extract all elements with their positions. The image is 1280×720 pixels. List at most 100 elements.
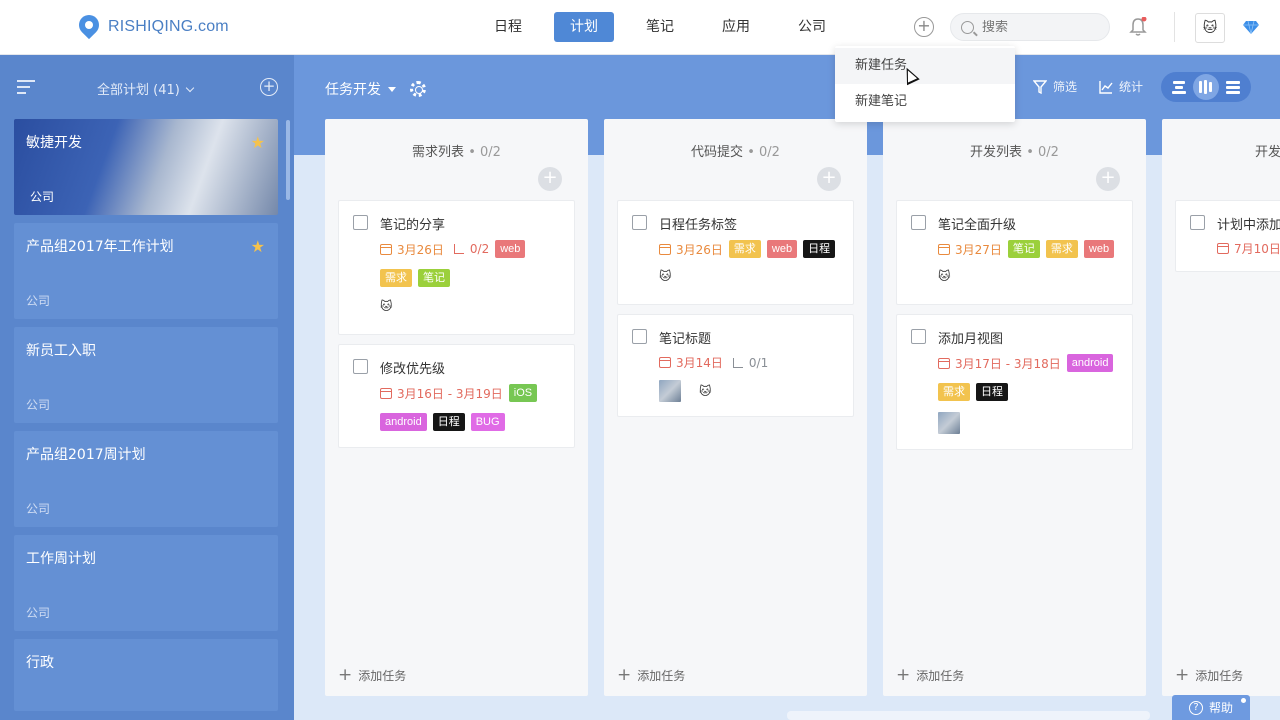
task-checkbox[interactable] — [911, 215, 926, 230]
task-checkbox[interactable] — [632, 329, 647, 344]
stats-label: 统计 — [1119, 80, 1144, 94]
due-date: 3月27日 — [938, 241, 1002, 258]
horizontal-scrollbar[interactable] — [787, 711, 1150, 720]
list-view-icon[interactable] — [1220, 74, 1246, 100]
column-count: • 0/2 — [1026, 145, 1059, 160]
diamond-icon[interactable] — [1243, 20, 1259, 34]
add-task-button[interactable]: + 添加任务 — [896, 667, 964, 684]
plan-org: 公司 — [26, 398, 51, 412]
tag: iOS — [508, 384, 538, 402]
nav-item-company[interactable]: 公司 — [782, 12, 842, 42]
attachment-thumbnail[interactable] — [938, 412, 960, 434]
due-date-text: 3月17日 - 3月18日 — [955, 356, 1061, 371]
task-card[interactable]: 计划中添加 7月10日 — [1175, 200, 1280, 272]
due-date: 7月10日 — [1217, 240, 1280, 257]
gear-icon[interactable] — [410, 81, 426, 97]
stats-button[interactable]: 统计 — [1099, 78, 1143, 95]
plan-card-agile[interactable]: 敏捷开发 ★ 公司 — [14, 119, 278, 215]
sidebar-scrollbar[interactable] — [286, 120, 290, 200]
calendar-icon — [380, 243, 392, 255]
due-date-text: 3月26日 — [397, 242, 444, 257]
task-card[interactable]: 笔记的分享 3月26日 0/2 web 需求 笔记 🐱 — [338, 200, 575, 335]
column-title: 需求列表 • 0/2 — [325, 141, 588, 160]
nav-item-notes[interactable]: 笔记 — [630, 12, 690, 42]
filter-icon — [1033, 79, 1047, 94]
plan-card-onboarding[interactable]: 新员工入职 公司 — [14, 327, 278, 423]
task-checkbox[interactable] — [353, 359, 368, 374]
plan-filter-dropdown[interactable]: 全部计划 (41) — [97, 79, 195, 98]
plus-icon: + — [338, 665, 353, 685]
help-label: 帮助 — [1208, 701, 1233, 715]
column-title: 开发 — [1255, 141, 1280, 160]
task-card[interactable]: 笔记全面升级 3月27日 笔记 需求 web 🐱 — [896, 200, 1133, 305]
due-date-text: 3月14日 — [676, 356, 723, 370]
task-card[interactable]: 添加月视图 3月17日 - 3月18日 android 需求 日程 — [896, 314, 1133, 450]
filter-button[interactable]: 筛选 — [1033, 78, 1077, 95]
column-code-commit: 代码提交 • 0/2 + 日程任务标签 3月26日 需求 web 日程 🐱 笔记… — [604, 119, 867, 696]
task-title: 笔记标题 — [659, 332, 712, 347]
search-box[interactable] — [950, 13, 1110, 41]
add-task-button[interactable]: + 添加任务 — [338, 667, 406, 684]
tag: android — [1066, 354, 1114, 372]
new-item-dropdown: 新建任务 新建笔记 — [835, 46, 1015, 122]
tag: 日程 — [803, 240, 836, 258]
plan-card-work-weekly[interactable]: 工作周计划 公司 — [14, 535, 278, 631]
add-icon[interactable]: + — [914, 17, 934, 37]
star-icon[interactable]: ★ — [251, 237, 265, 256]
new-note-menu-item[interactable]: 新建笔记 — [835, 84, 1015, 120]
help-button[interactable]: ? 帮助 — [1172, 695, 1250, 720]
cat-avatar-icon: 🐱 — [1202, 20, 1218, 36]
plan-card-weekly-2017[interactable]: 产品组2017周计划 公司 — [14, 431, 278, 527]
calendar-icon — [659, 357, 671, 368]
attachment-thumbnail[interactable] — [659, 380, 681, 402]
tag: 需求 — [1045, 240, 1078, 258]
tag: android — [380, 413, 427, 431]
plan-card-admin[interactable]: 行政 — [14, 639, 278, 711]
add-task-button[interactable]: + 添加任务 — [1175, 667, 1243, 684]
view-switcher — [1161, 72, 1251, 102]
star-icon[interactable]: ★ — [251, 133, 265, 152]
task-title: 笔记全面升级 — [938, 218, 1017, 233]
task-title: 计划中添加 — [1217, 218, 1280, 233]
add-card-icon[interactable]: + — [817, 167, 841, 191]
menu-icon[interactable] — [17, 80, 35, 98]
board-view-icon[interactable] — [1192, 74, 1219, 100]
plan-name: 敏捷开发 — [26, 135, 82, 151]
due-date: 3月14日 — [659, 354, 723, 371]
task-card[interactable]: 笔记标题 3月14日 0/1 🐱 — [617, 314, 854, 417]
add-plan-icon[interactable]: + — [260, 78, 278, 96]
subtask-count: 0/2 — [453, 242, 489, 256]
add-card-icon[interactable]: + — [1096, 167, 1120, 191]
board-title[interactable]: 任务开发 — [325, 79, 426, 99]
task-title: 修改优先级 — [380, 362, 446, 377]
task-card[interactable]: 日程任务标签 3月26日 需求 web 日程 🐱 — [617, 200, 854, 305]
task-checkbox[interactable] — [911, 329, 926, 344]
search-input[interactable] — [982, 19, 1092, 35]
avatar[interactable]: 🐱 — [1195, 13, 1225, 43]
notification-dot — [1241, 698, 1246, 703]
gantt-view-icon[interactable] — [1166, 74, 1192, 100]
logo[interactable]: RISHIQING.com — [74, 10, 229, 41]
location-pin-icon — [74, 10, 104, 41]
new-task-menu-item[interactable]: 新建任务 — [835, 48, 1015, 84]
add-card-icon[interactable]: + — [538, 167, 562, 191]
column-title: 开发列表 • 0/2 — [883, 141, 1146, 160]
task-checkbox[interactable] — [1190, 215, 1205, 230]
plan-card-2017-work[interactable]: 产品组2017年工作计划 ★ 公司 — [14, 223, 278, 319]
task-checkbox[interactable] — [632, 215, 647, 230]
plan-org: 公司 — [26, 294, 51, 308]
bell-icon[interactable] — [1129, 17, 1147, 37]
plan-org: 公司 — [30, 190, 55, 204]
nav-item-plan[interactable]: 计划 — [554, 12, 614, 42]
nav-item-apps[interactable]: 应用 — [706, 12, 766, 42]
add-task-label: 添加任务 — [916, 669, 965, 683]
plan-name: 产品组2017周计划 — [26, 447, 146, 463]
column-count: • 0/2 — [747, 145, 780, 160]
task-checkbox[interactable] — [353, 215, 368, 230]
due-date-text: 3月16日 - 3月19日 — [397, 386, 503, 401]
nav-item-schedule[interactable]: 日程 — [478, 12, 538, 42]
add-task-button[interactable]: + 添加任务 — [617, 667, 685, 684]
chevron-down-icon — [185, 83, 195, 93]
add-task-label: 添加任务 — [1195, 669, 1244, 683]
task-card[interactable]: 修改优先级 3月16日 - 3月19日 iOS android 日程 BUG — [338, 344, 575, 448]
